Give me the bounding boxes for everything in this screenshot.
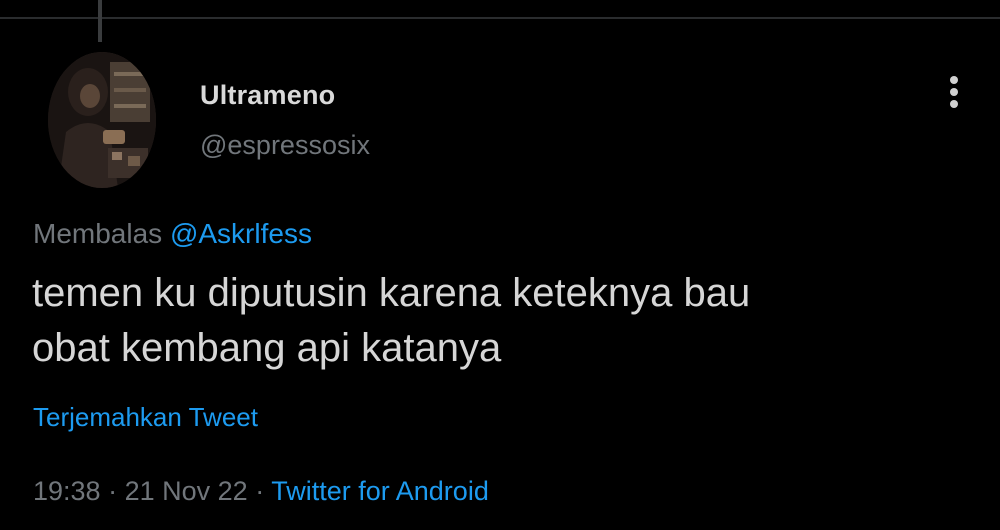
more-vertical-icon bbox=[950, 76, 958, 108]
avatar-image bbox=[48, 52, 156, 188]
author-display-name[interactable]: Ultrameno bbox=[200, 80, 335, 111]
reply-prefix: Membalas bbox=[33, 218, 163, 249]
thread-connector-line bbox=[98, 0, 102, 42]
tweet-text-line: obat kembang api katanya bbox=[32, 326, 502, 370]
translate-tweet-link[interactable]: Terjemahkan Tweet bbox=[33, 402, 258, 433]
tweet-date[interactable]: 21 Nov 22 bbox=[125, 476, 248, 506]
tweet-metadata: 19:38 · 21 Nov 22 · Twitter for Android bbox=[33, 476, 489, 507]
tweet-source-link[interactable]: Twitter for Android bbox=[271, 476, 489, 506]
meta-separator: · bbox=[108, 476, 118, 506]
more-options-button[interactable] bbox=[936, 70, 972, 114]
tweet-text-line: temen ku diputusin karena keteknya bau bbox=[32, 271, 751, 315]
reply-context: Membalas @Askrlfess bbox=[33, 218, 312, 250]
tweet-time[interactable]: 19:38 bbox=[33, 476, 101, 506]
top-divider bbox=[0, 17, 1000, 19]
tweet-text: temen ku diputusin karena keteknya bau o… bbox=[32, 266, 962, 376]
author-handle[interactable]: @espressosix bbox=[200, 130, 370, 161]
meta-separator: · bbox=[255, 476, 265, 506]
avatar[interactable] bbox=[48, 52, 156, 188]
reply-mention-link[interactable]: @Askrlfess bbox=[170, 218, 312, 249]
